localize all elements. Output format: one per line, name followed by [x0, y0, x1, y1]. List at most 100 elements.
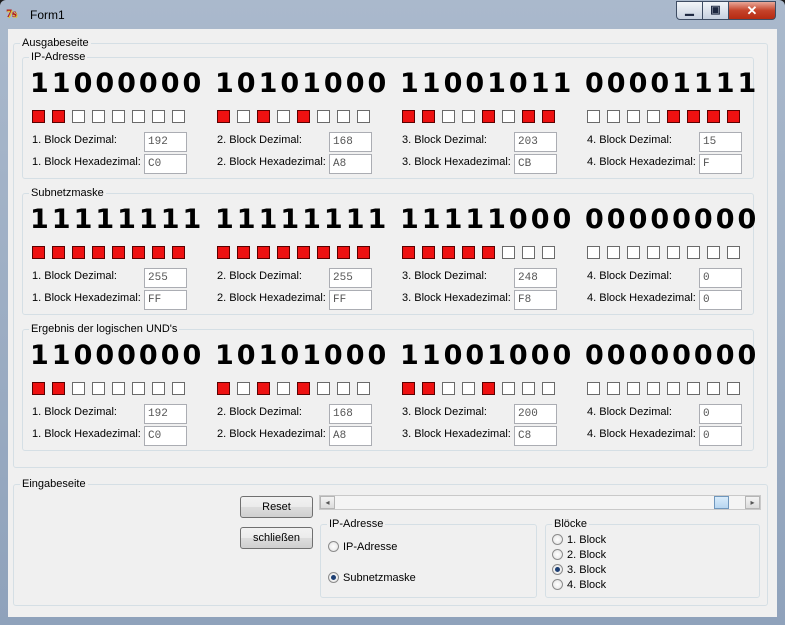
scroll-left-arrow-icon[interactable]: ◂ — [320, 496, 335, 509]
hex-field[interactable]: A8 — [329, 154, 372, 174]
binary-display: 11001011 — [400, 68, 575, 99]
bit-off-indicator — [647, 246, 660, 259]
bit-off-indicator — [462, 382, 475, 395]
decimal-field[interactable]: 255 — [144, 268, 187, 288]
bit-off-indicator — [607, 382, 620, 395]
reset-button[interactable]: Reset — [240, 496, 313, 518]
bit-off-indicator — [627, 382, 640, 395]
decimal-field[interactable]: 0 — [699, 404, 742, 424]
decimal-label: 3. Block Dezimal: — [402, 406, 487, 418]
bit-indicator-row — [402, 382, 562, 396]
hex-label: 3. Block Hexadezimal: — [402, 292, 511, 304]
hex-field[interactable]: FF — [144, 290, 187, 310]
binary-display: 11000000 — [30, 68, 205, 99]
bit-off-indicator — [317, 110, 330, 123]
scroll-thumb[interactable] — [714, 496, 730, 509]
decimal-field[interactable]: 203 — [514, 132, 557, 152]
decimal-field[interactable]: 0 — [699, 268, 742, 288]
decimal-label: 4. Block Dezimal: — [587, 270, 672, 282]
bit-on-indicator — [462, 246, 475, 259]
radio-block-3[interactable]: 3. Block — [552, 564, 606, 576]
bit-on-indicator — [402, 246, 415, 259]
bit-indicator-row — [32, 110, 192, 124]
scroll-right-arrow-icon[interactable]: ▸ — [745, 496, 760, 509]
radio-subnetzmaske[interactable]: Subnetzmaske — [328, 572, 416, 584]
radio-block-2[interactable]: 2. Block — [552, 549, 606, 561]
decimal-field[interactable]: 248 — [514, 268, 557, 288]
bit-indicator-row — [587, 246, 747, 260]
bit-on-indicator — [727, 110, 740, 123]
bit-off-indicator — [627, 110, 640, 123]
hex-field[interactable]: F8 — [514, 290, 557, 310]
decimal-field[interactable]: 15 — [699, 132, 742, 152]
bit-off-indicator — [357, 382, 370, 395]
hex-field[interactable]: C0 — [144, 426, 187, 446]
hex-field[interactable]: C0 — [144, 154, 187, 174]
ausgabe-group-title: Ausgabeseite — [22, 37, 89, 49]
bit-on-indicator — [217, 110, 230, 123]
schliessen-button[interactable]: schließen — [240, 527, 313, 549]
radio-circle-icon[interactable] — [328, 572, 339, 583]
eingabe-group-title: Eingabeseite — [22, 478, 86, 490]
decimal-field[interactable]: 192 — [144, 132, 187, 152]
maximize-button[interactable]: ▣ — [702, 1, 729, 20]
bit-off-indicator — [707, 246, 720, 259]
radio-circle-icon[interactable] — [552, 564, 563, 575]
hex-field[interactable]: C8 — [514, 426, 557, 446]
bit-on-indicator — [237, 246, 250, 259]
bit-off-indicator — [647, 382, 660, 395]
decimal-label: 4. Block Dezimal: — [587, 406, 672, 418]
bit-on-indicator — [482, 382, 495, 395]
bit-off-indicator — [587, 246, 600, 259]
decimal-field[interactable]: 200 — [514, 404, 557, 424]
bit-on-indicator — [217, 382, 230, 395]
radio-block-1[interactable]: 1. Block — [552, 534, 606, 546]
radio-circle-icon[interactable] — [552, 549, 563, 560]
bit-indicator-row — [402, 110, 562, 124]
bit-off-indicator — [152, 110, 165, 123]
radio-circle-icon[interactable] — [552, 534, 563, 545]
decimal-field[interactable]: 168 — [329, 132, 372, 152]
close-window-button[interactable]: ✕ — [728, 1, 776, 20]
radio-label: 4. Block — [567, 579, 607, 591]
bit-on-indicator — [277, 246, 290, 259]
bit-off-indicator — [727, 246, 740, 259]
radio-circle-icon[interactable] — [552, 579, 563, 590]
bit-on-indicator — [707, 110, 720, 123]
bit-off-indicator — [337, 110, 350, 123]
bit-off-indicator — [72, 382, 85, 395]
ip-type-group: IP-Adresse — [320, 518, 537, 598]
hex-field[interactable]: 0 — [699, 426, 742, 446]
radio-block-4[interactable]: 4. Block — [552, 579, 606, 591]
decimal-label: 3. Block Dezimal: — [402, 270, 487, 282]
hex-field[interactable]: FF — [329, 290, 372, 310]
decimal-field[interactable]: 255 — [329, 268, 372, 288]
bit-on-indicator — [112, 246, 125, 259]
minimize-button[interactable]: ▁ — [676, 1, 703, 20]
bit-off-indicator — [237, 382, 250, 395]
bit-off-indicator — [542, 246, 555, 259]
block-select-group-title: Blöcke — [554, 518, 588, 530]
hex-field[interactable]: CB — [514, 154, 557, 174]
bit-off-indicator — [112, 382, 125, 395]
bit-off-indicator — [522, 246, 535, 259]
hex-field[interactable]: F — [699, 154, 742, 174]
hex-field[interactable]: A8 — [329, 426, 372, 446]
radio-circle-icon[interactable] — [328, 541, 339, 552]
decimal-field[interactable]: 192 — [144, 404, 187, 424]
bit-on-indicator — [52, 246, 65, 259]
bit-off-indicator — [92, 382, 105, 395]
radio-ip-adresse[interactable]: IP-Adresse — [328, 541, 397, 553]
binary-display: 00000000 — [585, 204, 760, 235]
hex-label: 3. Block Hexadezimal: — [402, 156, 511, 168]
decimal-field[interactable]: 168 — [329, 404, 372, 424]
radio-label: IP-Adresse — [343, 541, 398, 553]
hex-field[interactable]: 0 — [699, 290, 742, 310]
title-bar[interactable]: 7ᵴ Form1 ▁ ▣ ✕ — [0, 0, 785, 28]
block-value-scrollbar[interactable]: ◂ ▸ — [319, 495, 761, 510]
bit-off-indicator — [92, 110, 105, 123]
bit-off-indicator — [132, 110, 145, 123]
radio-label: Subnetzmaske — [343, 572, 416, 584]
bit-off-indicator — [237, 110, 250, 123]
bit-on-indicator — [52, 110, 65, 123]
